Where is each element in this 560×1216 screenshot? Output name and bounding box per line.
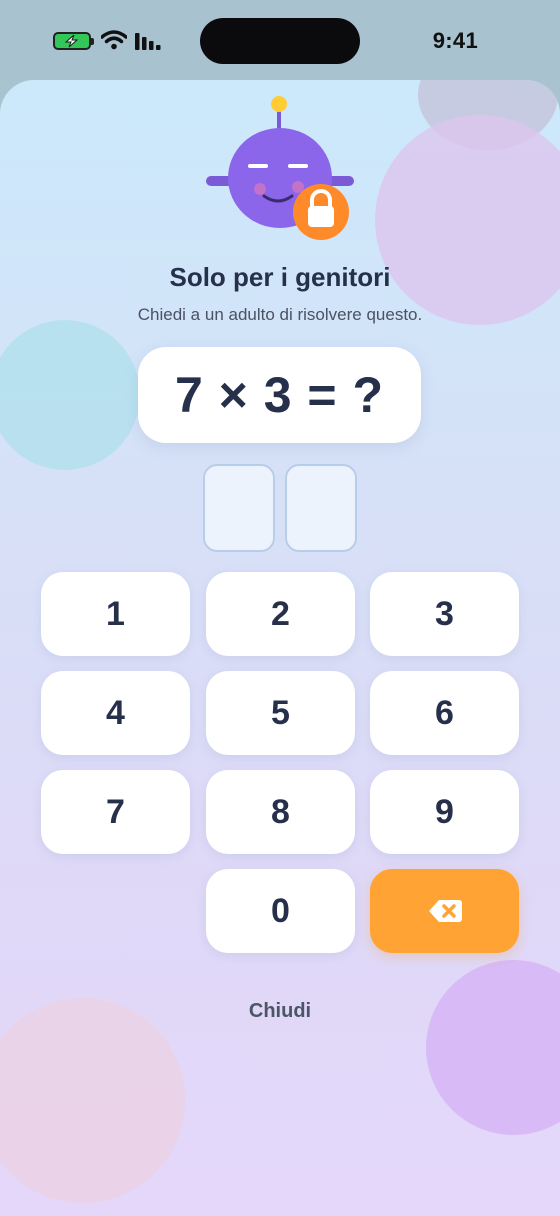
backspace-icon <box>428 900 462 922</box>
lock-icon <box>293 184 349 240</box>
keypad-key-1[interactable]: 1 <box>41 572 190 656</box>
background-bubble <box>0 320 140 470</box>
keypad-key-9[interactable]: 9 <box>370 770 519 854</box>
close-button[interactable]: Chiudi <box>0 1000 560 1023</box>
keypad-key-3[interactable]: 3 <box>370 572 519 656</box>
backspace-button[interactable] <box>370 869 519 953</box>
keypad-key-2[interactable]: 2 <box>206 572 355 656</box>
status-bar: 9:41 <box>0 0 560 80</box>
keypad-key-4[interactable]: 4 <box>41 671 190 755</box>
dynamic-island <box>200 18 360 64</box>
battery-charging-icon <box>53 32 94 50</box>
math-question-card: 7 × 3 = ? <box>138 347 421 443</box>
keypad-key-8[interactable]: 8 <box>206 770 355 854</box>
answer-digit-box[interactable] <box>285 464 357 552</box>
cellular-signal-icon <box>135 33 161 50</box>
keypad-key-6[interactable]: 6 <box>370 671 519 755</box>
background-bubble <box>0 998 185 1203</box>
robot-mascot-icon <box>206 96 354 240</box>
keypad-key-0[interactable]: 0 <box>206 869 355 953</box>
background-bubble <box>375 115 560 325</box>
keypad-key-5[interactable]: 5 <box>206 671 355 755</box>
keypad-key-7[interactable]: 7 <box>41 770 190 854</box>
answer-digit-box[interactable] <box>203 464 275 552</box>
background-bubble <box>426 960 560 1135</box>
status-time: 9:41 <box>432 28 478 53</box>
wifi-icon <box>101 30 127 50</box>
page-subtitle: Chiedi a un adulto di risolvere questo. <box>137 305 423 324</box>
page-title: Solo per i genitori <box>169 262 391 292</box>
